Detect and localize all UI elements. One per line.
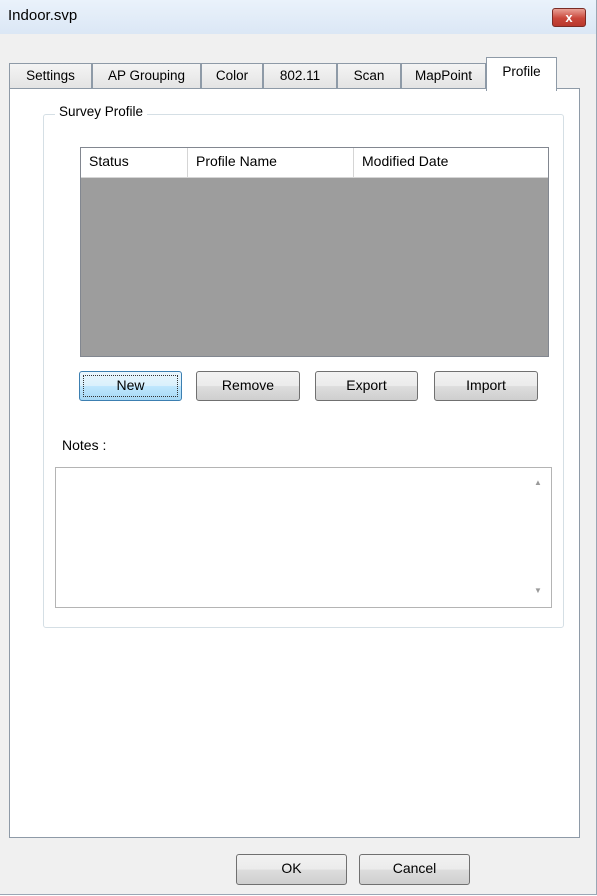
import-button[interactable]: Import — [434, 371, 538, 401]
new-button[interactable]: New — [79, 371, 182, 401]
tab-color[interactable]: Color — [201, 63, 263, 89]
close-icon: x — [565, 10, 573, 25]
notes-label: Notes : — [62, 437, 107, 453]
survey-profile-label: Survey Profile — [55, 104, 148, 119]
column-header-status[interactable]: Status — [81, 148, 188, 177]
dialog-window: Indoor.svp x Settings AP Grouping Color … — [0, 0, 597, 895]
title-bar[interactable]: Indoor.svp x — [0, 0, 596, 34]
cancel-button-label: Cancel — [392, 860, 437, 876]
new-button-label: New — [116, 377, 145, 393]
export-button-label: Export — [346, 377, 387, 393]
remove-button[interactable]: Remove — [196, 371, 300, 401]
import-button-label: Import — [466, 377, 506, 393]
scroll-up-icon[interactable]: ▲ — [534, 478, 542, 487]
profile-list[interactable]: Status Profile Name Modified Date — [80, 147, 549, 357]
ok-button-label: OK — [281, 860, 302, 876]
profile-list-header: Status Profile Name Modified Date — [81, 148, 548, 178]
tab-profile[interactable]: Profile — [486, 57, 557, 91]
ok-button[interactable]: OK — [236, 854, 347, 885]
cancel-button[interactable]: Cancel — [359, 854, 470, 885]
column-header-modified-date[interactable]: Modified Date — [354, 148, 548, 177]
close-button[interactable]: x — [552, 8, 586, 27]
notes-textarea[interactable]: ▲ ▼ — [55, 467, 552, 608]
tab-ap-grouping[interactable]: AP Grouping — [92, 63, 201, 89]
tab-scan[interactable]: Scan — [337, 63, 401, 89]
column-header-profile-name[interactable]: Profile Name — [188, 148, 354, 177]
window-title: Indoor.svp — [8, 7, 78, 24]
tab-mappoint[interactable]: MapPoint — [401, 63, 486, 89]
scroll-down-icon[interactable]: ▼ — [534, 586, 542, 595]
tab-802-11[interactable]: 802.11 — [263, 63, 337, 89]
tab-settings[interactable]: Settings — [9, 63, 92, 89]
export-button[interactable]: Export — [315, 371, 418, 401]
remove-button-label: Remove — [221, 377, 275, 393]
